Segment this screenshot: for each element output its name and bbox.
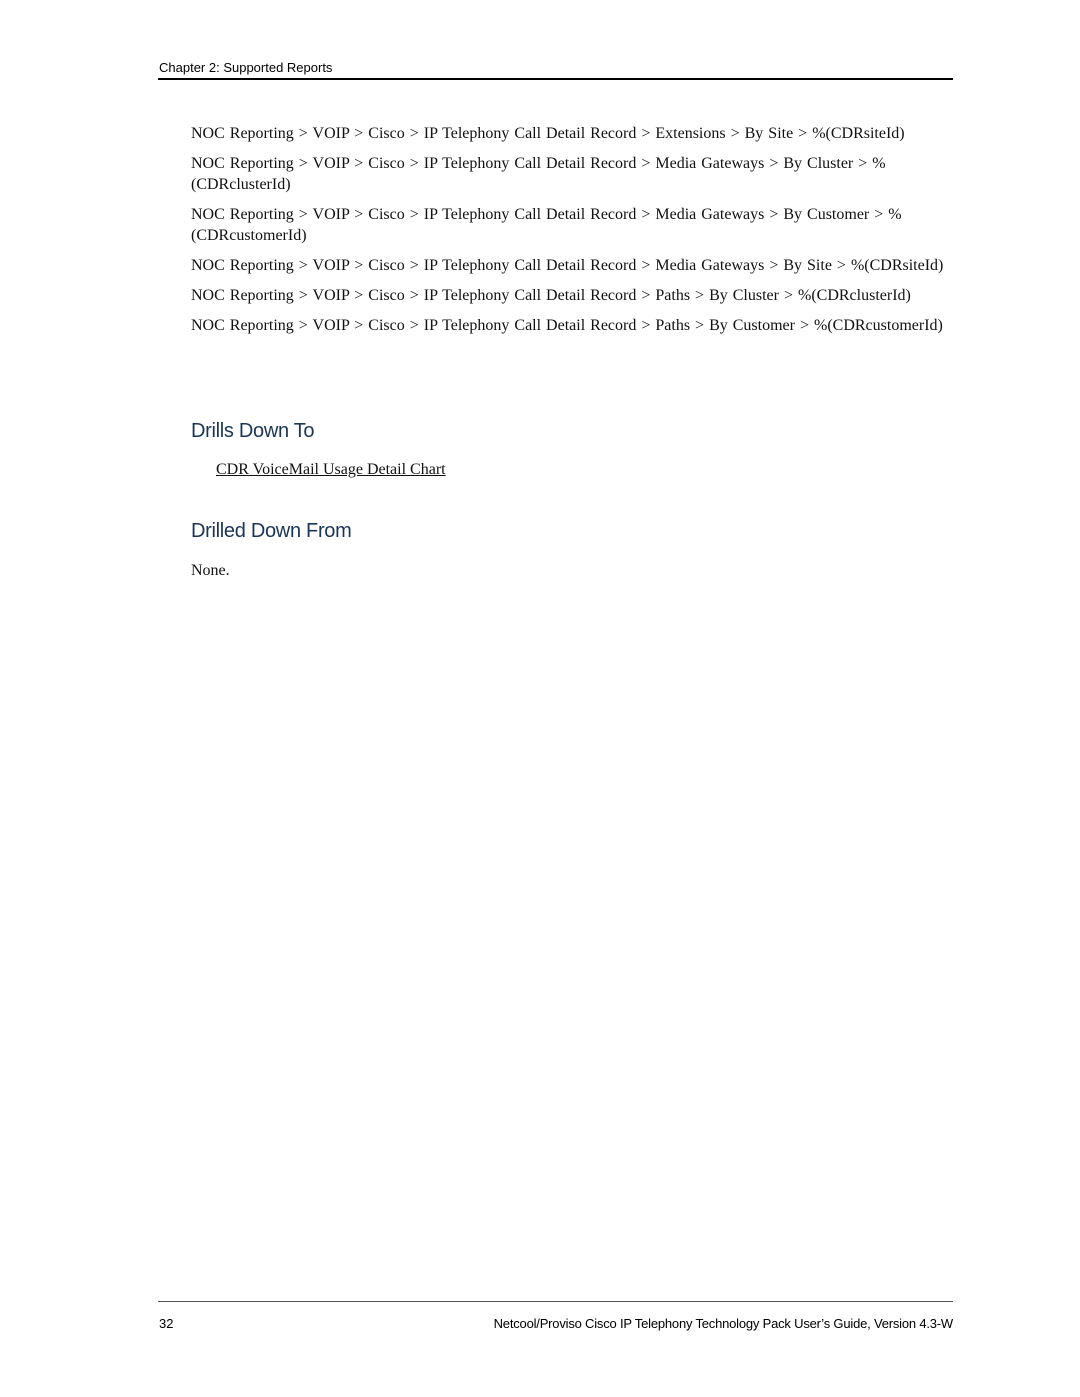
page-number: 32 bbox=[159, 1316, 174, 1331]
report-path: NOC Reporting > VOIP > Cisco > IP Teleph… bbox=[191, 317, 943, 334]
document-title: Netcool/Proviso Cisco IP Telephony Techn… bbox=[493, 1316, 954, 1331]
drills-down-to-heading: Drills Down To bbox=[191, 420, 315, 442]
report-path: NOC Reporting > VOIP > Cisco > IP Teleph… bbox=[191, 206, 902, 244]
report-path: NOC Reporting > VOIP > Cisco > IP Teleph… bbox=[191, 125, 905, 142]
chapter-header: Chapter 2: Supported Reports bbox=[159, 60, 333, 75]
report-path: NOC Reporting > VOIP > Cisco > IP Teleph… bbox=[191, 257, 944, 274]
footer-divider bbox=[158, 1301, 953, 1302]
drill-down-link[interactable]: CDR VoiceMail Usage Detail Chart bbox=[216, 459, 446, 480]
report-path-list: NOC Reporting > VOIP > Cisco > IP Teleph… bbox=[191, 123, 961, 345]
drilled-down-from-text: None. bbox=[191, 562, 230, 579]
report-path: NOC Reporting > VOIP > Cisco > IP Teleph… bbox=[191, 155, 886, 193]
drilled-down-from-heading: Drilled Down From bbox=[191, 520, 352, 542]
header-divider bbox=[158, 78, 953, 80]
report-path: NOC Reporting > VOIP > Cisco > IP Teleph… bbox=[191, 287, 911, 304]
